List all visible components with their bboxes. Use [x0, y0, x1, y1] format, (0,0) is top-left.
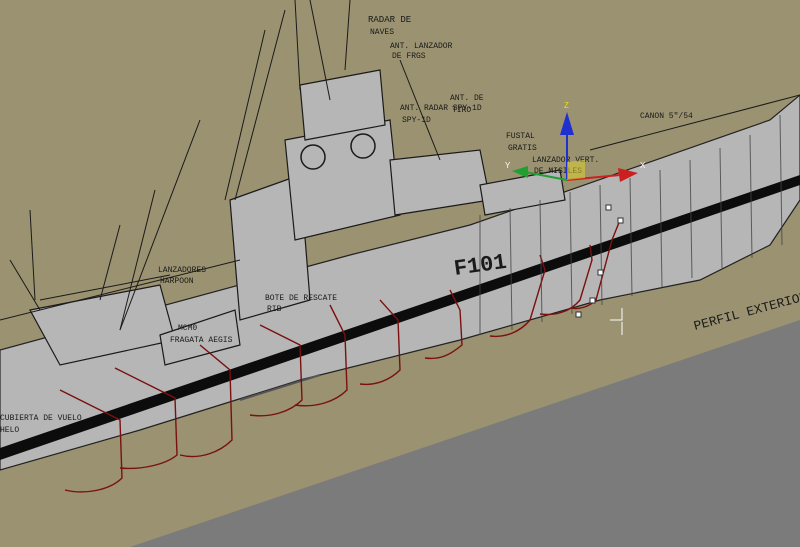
blueprint-scene[interactable]: RADAR DE NAVES ANT. LANZADOR DE FRGS ANT… [0, 0, 800, 547]
label-mid-sub: FRAGATA AEGIS [170, 336, 233, 345]
label-radar-top-sub: NAVES [370, 28, 394, 37]
label-antena2-sub: TIRO [452, 106, 471, 115]
label-aft-sub: HELO [0, 426, 19, 435]
gizmo-plane-handle[interactable] [567, 160, 585, 180]
gizmo-x-label: X [640, 161, 646, 170]
label-bote-sub: RIB [267, 305, 282, 314]
label-spy-sub: SPY-1D [402, 116, 431, 125]
label-antena2: ANT. DE [450, 94, 484, 103]
label-fustal: FUSTAL [506, 132, 535, 141]
label-bote: BOTE DE RESCATE [265, 294, 337, 303]
vertex-handle[interactable] [617, 217, 624, 224]
vertex-handle[interactable] [597, 269, 604, 276]
vertex-handle[interactable] [575, 311, 582, 318]
gizmo-z-label: Z [564, 101, 569, 110]
label-canon: CANON 5"/54 [640, 112, 693, 121]
vertex-handle[interactable] [605, 204, 612, 211]
gizmo-y-label: Y [505, 161, 511, 170]
label-antenna: ANT. LANZADOR [390, 42, 453, 51]
label-fustal-sub: GRATIS [508, 144, 537, 153]
3d-perspective-viewport[interactable]: RADAR DE NAVES ANT. LANZADOR DE FRGS ANT… [0, 0, 800, 547]
label-radar-top: RADAR DE [368, 15, 411, 25]
label-mid: MCM0 [178, 324, 197, 333]
label-antenna-sub: DE FRGS [392, 52, 426, 61]
vertex-handle[interactable] [589, 297, 596, 304]
label-aft: CUBIERTA DE VUELO [0, 414, 82, 423]
label-lanzador: LANZADOR VERT. [532, 156, 599, 165]
label-harpoon: LANZADORES [158, 266, 206, 275]
label-harpoon-sub: HARPOON [160, 277, 194, 286]
